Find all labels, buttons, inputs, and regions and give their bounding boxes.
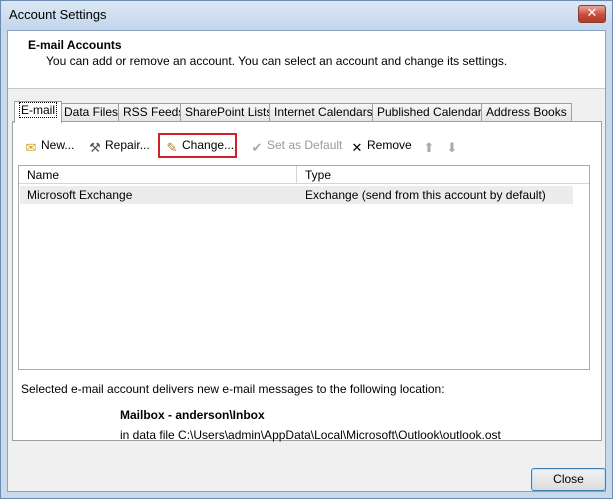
new-button[interactable]: ✉ New... [21, 135, 75, 157]
new-account-icon: ✉ [25, 141, 37, 156]
tab-internet-calendars[interactable]: Internet Calendars [269, 103, 378, 122]
header-band: E-mail Accounts You can add or remove an… [8, 31, 605, 89]
remove-x-icon: ✕ [351, 141, 363, 156]
account-settings-window: Account Settings ✕ E-mail Accounts You c… [0, 0, 613, 499]
delivery-mailbox: Mailbox - anderson\Inbox [120, 408, 265, 422]
set-as-default-button[interactable]: ✔ Set as Default [247, 135, 343, 157]
tab-published-calendars[interactable]: Published Calendars [372, 103, 493, 122]
tab-sharepoint-lists[interactable]: SharePoint Lists [180, 103, 278, 122]
account-name-cell: Microsoft Exchange [27, 188, 133, 202]
column-header-type[interactable]: Type [305, 168, 331, 182]
window-title: Account Settings [9, 7, 107, 22]
checkmark-icon: ✔ [251, 141, 263, 156]
tab-email[interactable]: E-mail [14, 101, 63, 123]
dialog-body: E-mail Accounts You can add or remove an… [7, 30, 606, 492]
arrow-down-icon: ⬇ [446, 141, 458, 156]
tab-address-books[interactable]: Address Books [481, 103, 572, 122]
change-button[interactable]: ✎ Change... [162, 135, 235, 157]
toolbar: ✉ New... ⚒ Repair... ✎ Change... ✔ Set as De… [19, 133, 589, 158]
table-row[interactable]: Microsoft Exchange Exchange (send from t… [20, 186, 573, 204]
close-button[interactable]: Close [531, 468, 606, 491]
move-up-button[interactable]: ⬆ [419, 135, 439, 157]
delivery-description: Selected e-mail account delivers new e-m… [21, 382, 445, 396]
tab-rss-feeds[interactable]: RSS Feeds [118, 103, 190, 122]
remove-button[interactable]: ✕ Remove [347, 135, 412, 157]
delivery-data-file: in data file C:\Users\admin\AppData\Loca… [120, 428, 501, 442]
repair-tools-icon: ⚒ [89, 141, 101, 156]
window-close-icon[interactable]: ✕ [578, 5, 606, 23]
account-type-cell: Exchange (send from this account by defa… [305, 188, 546, 202]
column-divider[interactable] [296, 166, 297, 184]
email-tab-panel: ✉ New... ⚒ Repair... ✎ Change... ✔ Set as De… [12, 121, 602, 442]
column-header-name[interactable]: Name [27, 168, 59, 182]
repair-button[interactable]: ⚒ Repair... [85, 135, 150, 157]
tab-strip: E-mail Data Files RSS Feeds SharePoint L… [12, 101, 602, 123]
accounts-list[interactable]: Name Type Microsoft Exchange Exchange (s… [18, 165, 590, 370]
section-title: E-mail Accounts [28, 38, 122, 52]
move-down-button[interactable]: ⬇ [442, 135, 462, 157]
list-header: Name Type [19, 166, 589, 184]
tab-data-files[interactable]: Data Files [59, 103, 124, 122]
arrow-up-icon: ⬆ [423, 141, 435, 156]
title-bar[interactable]: Account Settings ✕ [1, 1, 612, 30]
section-description: You can add or remove an account. You ca… [46, 54, 508, 68]
change-account-icon: ✎ [166, 141, 178, 156]
